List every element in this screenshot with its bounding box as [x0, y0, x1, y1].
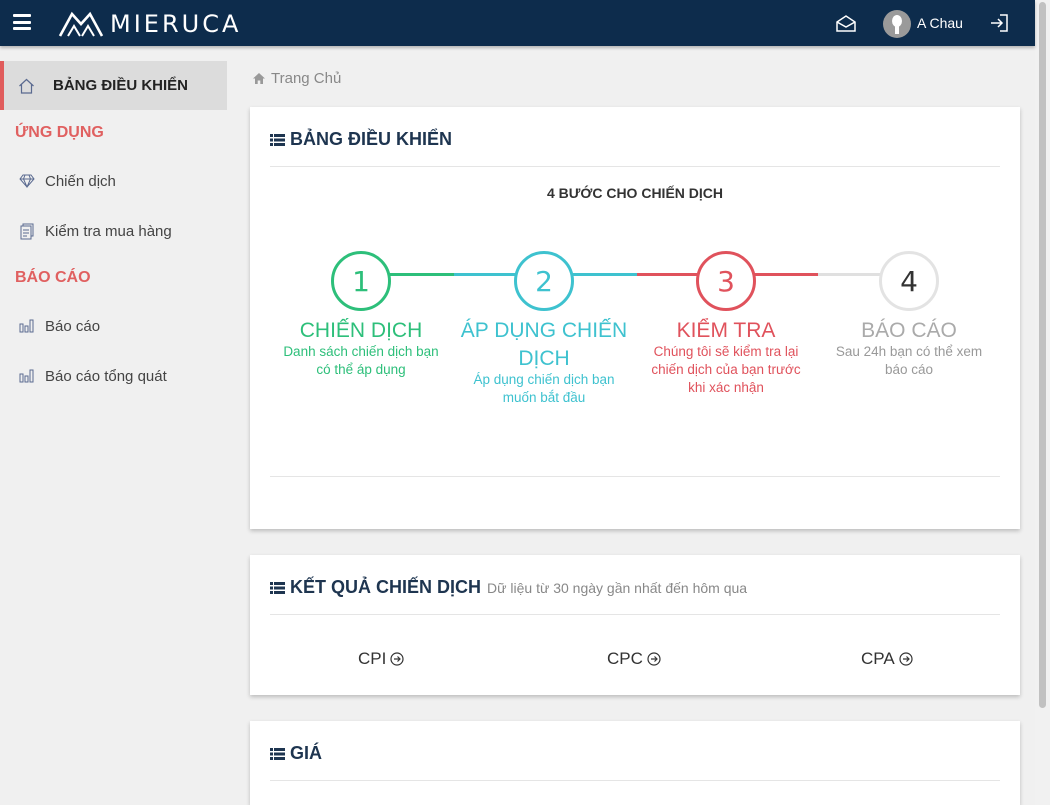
step-4-description: Sau 24h bạn có thể xem báo cáo: [835, 344, 983, 377]
metric-cpc-link[interactable]: CPC: [607, 649, 661, 669]
step-2-title: ÁP DỤNG CHIẾN DỊCH: [460, 319, 628, 370]
price-card: GIÁ: [250, 721, 1020, 805]
page-scrollbar[interactable]: [1035, 0, 1050, 805]
sidebar: BẢNG ĐIỀU KHIỂN ỨNG DỤNG Chiến dịch Kiểm…: [0, 46, 227, 805]
metric-label: CPA: [861, 649, 895, 668]
metric-cpi-link[interactable]: CPI: [358, 649, 404, 669]
divider: [270, 476, 1000, 477]
home-icon: [19, 78, 34, 94]
dashboard-card: BẢNG ĐIỀU KHIỂN 4 BƯỚC CHO CHIẾN DỊCH 1 …: [250, 107, 1020, 529]
diamond-icon: [19, 174, 35, 188]
envelope-icon[interactable]: [836, 14, 856, 32]
sidebar-section-reports: BÁO CÁO: [15, 269, 91, 286]
bar-chart-icon: [19, 319, 34, 333]
sidebar-item-label: Báo cáo: [45, 317, 101, 335]
card-title: BẢNG ĐIỀU KHIỂN: [270, 129, 452, 150]
bar-chart-icon: [19, 369, 34, 383]
list-icon: [270, 133, 285, 146]
step-2-description: Áp dụng chiến dịch bạn muốn bắt đầu: [473, 372, 615, 405]
sidebar-item-label: Kiểm tra mua hàng: [45, 222, 172, 240]
breadcrumb: Trang Chủ: [253, 70, 341, 87]
sidebar-item-label: Báo cáo tổng quát: [45, 367, 167, 385]
card-title-text: BẢNG ĐIỀU KHIỂN: [290, 129, 453, 149]
scrollbar-thumb[interactable]: [1039, 2, 1046, 708]
divider: [270, 780, 1000, 781]
step-3-circle: 3: [696, 251, 756, 311]
sidebar-item-report[interactable]: Báo cáo: [0, 306, 227, 346]
sidebar-item-purchase-check[interactable]: Kiểm tra mua hàng: [0, 211, 227, 251]
list-icon: [270, 747, 285, 760]
sidebar-item-dashboard[interactable]: BẢNG ĐIỀU KHIỂN: [0, 61, 227, 110]
hamburger-menu-icon[interactable]: [13, 14, 31, 30]
divider: [270, 614, 1000, 615]
home-icon: [253, 73, 265, 84]
step-4-circle: 4: [879, 251, 939, 311]
divider: [270, 166, 1000, 167]
step-1-title: CHIẾN DỊCH: [299, 319, 423, 342]
steps-title: 4 BƯỚC CHO CHIẾN DỊCH: [546, 185, 723, 201]
username[interactable]: A Chau: [917, 15, 963, 31]
step-1-circle: 1: [331, 251, 391, 311]
card-title-text: KẾT QUẢ CHIẾN DỊCH: [290, 577, 482, 597]
mieruca-logo-icon: [58, 11, 104, 37]
user-silhouette-icon: [892, 15, 902, 34]
document-copy-icon: [20, 223, 34, 239]
arrow-circle-right-icon: [390, 652, 404, 666]
campaign-results-card: KẾT QUẢ CHIẾN DỊCH Dữ liệu từ 30 ngày gầ…: [250, 555, 1020, 695]
list-icon: [270, 581, 285, 594]
step-2-circle: 2: [514, 251, 574, 311]
card-title-text: GIÁ: [290, 743, 323, 763]
card-title: KẾT QUẢ CHIẾN DỊCH Dữ liệu từ 30 ngày gầ…: [270, 577, 747, 598]
logo-text: MIERUCA: [110, 10, 242, 38]
card-title: GIÁ: [270, 743, 322, 764]
arrow-circle-right-icon: [647, 652, 661, 666]
logo[interactable]: MIERUCA: [58, 9, 241, 39]
sidebar-item-label: Chiến dịch: [45, 172, 116, 190]
arrow-circle-right-icon: [899, 652, 913, 666]
metric-label: CPC: [607, 649, 643, 668]
step-3-description: Chúng tôi sẽ kiểm tra lại chiến dịch của…: [651, 344, 801, 395]
breadcrumb-home-link[interactable]: Trang Chủ: [271, 70, 341, 87]
metric-label: CPI: [358, 649, 387, 668]
sidebar-item-report-overview[interactable]: Báo cáo tổng quát: [0, 356, 227, 396]
sidebar-section-apps: ỨNG DỤNG: [15, 124, 104, 141]
sidebar-item-label: BẢNG ĐIỀU KHIỂN: [53, 77, 189, 94]
avatar[interactable]: [883, 10, 911, 38]
top-navbar: MIERUCA A Chau: [0, 0, 1035, 46]
card-subtitle: Dữ liệu từ 30 ngày gần nhất đến hôm qua: [487, 579, 748, 596]
step-4-title: BÁO CÁO: [861, 319, 957, 342]
logout-icon[interactable]: [989, 13, 1009, 33]
metric-cpa-link[interactable]: CPA: [861, 649, 913, 669]
sidebar-item-campaign[interactable]: Chiến dịch: [0, 161, 227, 201]
step-3-title: KIỂM TRA: [676, 319, 776, 342]
step-1-description: Danh sách chiến dịch bạn có thể áp dụng: [283, 344, 439, 377]
